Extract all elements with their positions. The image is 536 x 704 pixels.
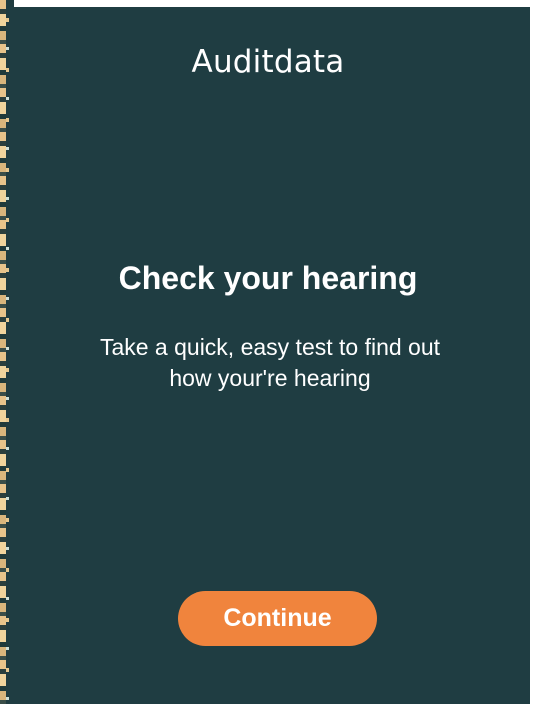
page-title: Check your hearing — [118, 260, 418, 296]
app-screen: Auditdata Check your hearing Take a quic… — [0, 0, 536, 704]
brand-logo-text: Auditdata — [191, 44, 345, 80]
continue-button[interactable]: Continue — [178, 591, 377, 646]
background-edge-right — [530, 0, 536, 704]
page-description: Take a quick, easy test to find out how … — [99, 334, 441, 391]
